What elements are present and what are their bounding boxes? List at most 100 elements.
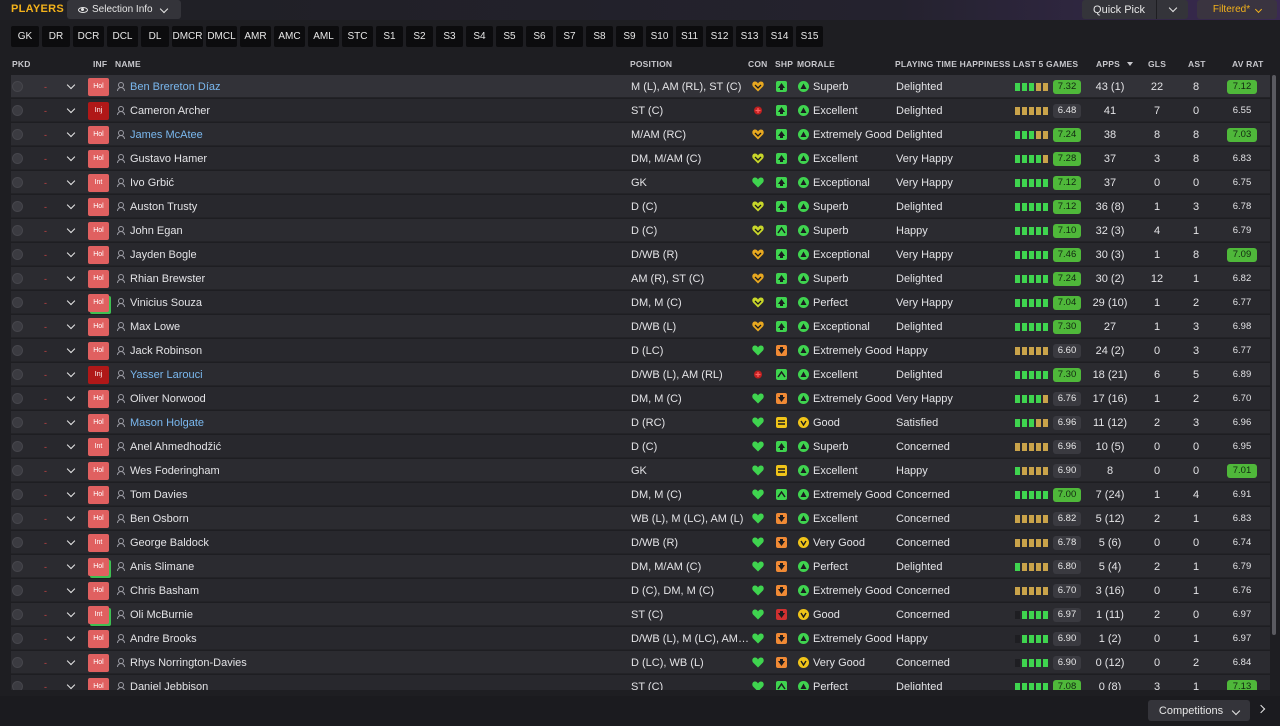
info-cell[interactable]: Hol — [88, 291, 109, 314]
row-dropdown-button[interactable] — [66, 411, 76, 434]
picked-toggle[interactable] — [12, 315, 24, 338]
column-header-inf[interactable]: INF — [93, 59, 107, 69]
player-name-cell[interactable]: Gustavo Hamer — [117, 147, 207, 170]
row-dropdown-button[interactable] — [66, 291, 76, 314]
column-header-pkd[interactable]: PKD — [12, 59, 31, 69]
status-badge[interactable]: Hol — [88, 389, 109, 408]
picked-toggle[interactable] — [12, 651, 24, 674]
table-row[interactable]: - Hol Auston Trusty D (C) Superb Delighted 7.1… — [11, 195, 1270, 218]
info-cell[interactable]: Inj — [88, 99, 109, 122]
picked-toggle[interactable] — [12, 531, 24, 554]
player-name[interactable]: Rhian Brewster — [130, 273, 205, 285]
table-row[interactable]: - Hol Gustavo Hamer DM, M/AM (C) Excellent Ve… — [11, 147, 1270, 170]
column-header-shp[interactable]: SHP — [775, 59, 793, 69]
position-filter-s15[interactable]: S15 — [796, 26, 823, 47]
column-header-name[interactable]: NAME — [115, 59, 141, 69]
status-badge[interactable]: Hol — [88, 485, 109, 504]
player-name[interactable]: Yasser Larouci — [130, 369, 203, 381]
table-row[interactable]: - Hol Rhys Norrington-Davies D (LC), WB (L)… — [11, 651, 1270, 674]
player-name[interactable]: Anis Slimane — [130, 561, 194, 573]
player-name[interactable]: Oli McBurnie — [130, 609, 193, 621]
picked-toggle[interactable] — [12, 507, 24, 530]
row-dropdown-button[interactable] — [66, 627, 76, 650]
status-badge[interactable]: Hol — [88, 461, 109, 480]
table-row[interactable]: - Hol Wes Foderingham GK Excellent Happy 6.90 8… — [11, 459, 1270, 482]
row-dropdown-button[interactable] — [66, 459, 76, 482]
table-row[interactable]: - Int Oli McBurnie ST (C) Good Concerned 6.97 1… — [11, 603, 1270, 626]
table-row[interactable]: - Hol Ben Osborn WB (L), M (LC), AM (L) Exce… — [11, 507, 1270, 530]
player-name[interactable]: Rhys Norrington-Davies — [130, 657, 247, 669]
player-name-cell[interactable]: John Egan — [117, 219, 183, 242]
player-name-cell[interactable]: Oli McBurnie — [117, 603, 193, 626]
player-name[interactable]: Ben Osborn — [130, 513, 189, 525]
position-filter-s9[interactable]: S9 — [616, 26, 643, 47]
row-dropdown-button[interactable] — [66, 243, 76, 266]
info-cell[interactable]: Hol — [88, 123, 109, 146]
info-cell[interactable]: Int — [88, 531, 109, 554]
position-filter-amc[interactable]: AMC — [274, 26, 305, 47]
info-cell[interactable]: Hol — [88, 483, 109, 506]
status-badge[interactable]: Inj — [88, 101, 109, 120]
table-row[interactable]: - Hol John Egan D (C) Superb Happy 7.10 32 (3) 4… — [11, 219, 1270, 242]
row-dropdown-button[interactable] — [66, 75, 76, 98]
player-name-cell[interactable]: Rhys Norrington-Davies — [117, 651, 247, 674]
row-dropdown-button[interactable] — [66, 219, 76, 242]
status-badge[interactable]: Int — [88, 437, 109, 456]
row-dropdown-button[interactable] — [66, 387, 76, 410]
player-name[interactable]: Andre Brooks — [130, 633, 197, 645]
player-name[interactable]: Gustavo Hamer — [130, 153, 207, 165]
player-name[interactable]: Cameron Archer — [130, 105, 210, 117]
info-cell[interactable]: Hol — [88, 387, 109, 410]
player-name-cell[interactable]: Daniel Jebbison — [117, 675, 208, 690]
picked-toggle[interactable] — [12, 627, 24, 650]
player-name[interactable]: Tom Davies — [130, 489, 187, 501]
status-badge[interactable]: Hol — [88, 341, 109, 360]
table-row[interactable]: - Hol Mason Holgate D (RC) Good Satisfied 6.96… — [11, 411, 1270, 434]
info-cell[interactable]: Hol — [88, 675, 109, 690]
picked-toggle[interactable] — [12, 675, 24, 690]
position-filter-s8[interactable]: S8 — [586, 26, 613, 47]
picked-toggle[interactable] — [12, 75, 24, 98]
picked-toggle[interactable] — [12, 387, 24, 410]
picked-toggle[interactable] — [12, 123, 24, 146]
row-dropdown-button[interactable] — [66, 123, 76, 146]
player-name[interactable]: Chris Basham — [130, 585, 199, 597]
table-row[interactable]: - Hol Andre Brooks D/WB (L), M (LC), AM… Ext… — [11, 627, 1270, 650]
row-dropdown-button[interactable] — [66, 555, 76, 578]
row-dropdown-button[interactable] — [66, 315, 76, 338]
player-name-cell[interactable]: Max Lowe — [117, 315, 180, 338]
table-row[interactable]: - Hol Daniel Jebbison ST (C) Perfect Delighte… — [11, 675, 1270, 690]
player-name-cell[interactable]: Rhian Brewster — [117, 267, 205, 290]
position-filter-dmcl[interactable]: DMCL — [206, 26, 237, 47]
table-row[interactable]: - Inj Yasser Larouci D/WB (L), AM (RL) Excel… — [11, 363, 1270, 386]
position-filter-aml[interactable]: AML — [308, 26, 339, 47]
status-badge[interactable]: Hol — [88, 125, 109, 144]
player-name[interactable]: James McAtee — [130, 129, 203, 141]
player-name-cell[interactable]: Ivo Grbić — [117, 171, 174, 194]
player-name-cell[interactable]: Jack Robinson — [117, 339, 202, 362]
status-badge[interactable]: Hol — [88, 653, 109, 672]
table-row[interactable]: - Int Anel Ahmedhodžić D (C) Superb Concerned… — [11, 435, 1270, 458]
info-cell[interactable]: Hol — [88, 219, 109, 242]
table-row[interactable]: - Int Ivo Grbić GK Exceptional Very Happy 7.12… — [11, 171, 1270, 194]
column-header-position[interactable]: POSITION — [630, 59, 672, 69]
player-name-cell[interactable]: Wes Foderingham — [117, 459, 220, 482]
status-badge[interactable]: Hol — [88, 581, 109, 600]
quick-pick-dropdown-icon[interactable] — [1157, 3, 1188, 13]
player-name-cell[interactable]: Cameron Archer — [117, 99, 210, 122]
info-cell[interactable]: Hol — [88, 147, 109, 170]
player-name[interactable]: Oliver Norwood — [130, 393, 206, 405]
column-header-con[interactable]: CON — [748, 59, 768, 69]
status-badge[interactable]: Hol — [88, 557, 109, 576]
player-name[interactable]: Ben Brereton Díaz — [130, 81, 221, 93]
status-badge[interactable]: Int — [88, 605, 109, 624]
player-name-cell[interactable]: Auston Trusty — [117, 195, 197, 218]
player-name-cell[interactable]: Andre Brooks — [117, 627, 197, 650]
player-name[interactable]: John Egan — [130, 225, 183, 237]
table-row[interactable]: - Int George Baldock D/WB (R) Very Good Conce… — [11, 531, 1270, 554]
player-name-cell[interactable]: Oliver Norwood — [117, 387, 206, 410]
position-filter-s13[interactable]: S13 — [736, 26, 763, 47]
row-dropdown-button[interactable] — [66, 579, 76, 602]
status-badge[interactable]: Hol — [88, 629, 109, 648]
status-badge[interactable]: Hol — [88, 413, 109, 432]
